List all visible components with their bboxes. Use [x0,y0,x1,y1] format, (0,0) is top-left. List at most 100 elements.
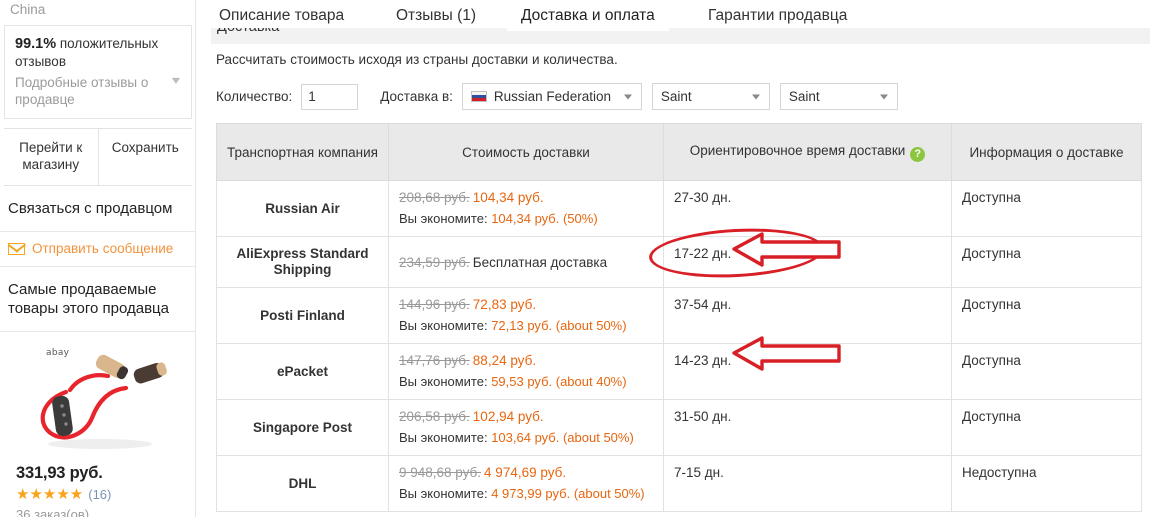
calc-description: Рассчитать стоимость исходя из страны до… [216,52,618,67]
region-select[interactable]: Saint [651,83,770,110]
cell-availability: Доступна [951,287,1142,344]
chevron-down-icon[interactable]: ▾ [172,73,180,87]
contact-seller-title: Связаться с продавцом [0,186,196,232]
save-seller-button[interactable]: Сохранить [98,129,192,185]
savings-line: Вы экономите: 4 973,99 руб. (about 50%) [399,485,653,502]
quantity-label: Количество: [216,89,293,104]
savings-line: Вы экономите: 72,13 руб. (about 50%) [399,317,653,334]
feedback-percent-line: 99.1% положительных отзывов [15,35,181,70]
savings-label: Вы экономите: [399,486,492,501]
savings-label: Вы экономите: [399,374,492,389]
cost-price-line: 234,59 руб. Бесплатная доставка [399,255,653,270]
table-row: Russian Air 208,68 руб. 104,34 руб. Вы экон… [216,180,1142,237]
cell-delivery-time: 27-30 дн. [663,180,952,237]
cell-delivery-time: 14-23 дн. [663,343,952,400]
savings-value: 103,64 руб. (about 50%) [491,430,634,445]
russia-flag-icon [470,91,487,102]
cost-price-line: 208,68 руб. 104,34 руб. [399,190,653,205]
new-price: 102,94 руб. [472,409,544,424]
go-to-store-button[interactable]: Перейти к магазину [4,129,99,185]
new-price: 72,83 руб. [472,297,537,312]
star-icons: ★★★★★ [16,486,84,503]
city-select[interactable]: Saint [779,83,898,110]
header-company: Транспортная компания [216,123,389,181]
feedback-details-link[interactable]: Подробные отзывы о продавце [15,74,155,108]
old-price: 9 948,68 руб. [399,465,482,480]
chevron-down-icon [623,94,632,99]
cost-price-line: 206,58 руб. 102,94 руб. [399,409,653,424]
cell-company: AliExpress Standard Shipping [216,236,389,288]
cell-cost: 206,58 руб. 102,94 руб. Вы экономите: 103,… [388,399,664,456]
product-price: 331,93 руб. [16,464,103,482]
header-time-label: Ориентировочное время доставки [689,142,906,158]
product-brand-mark: abay [46,348,70,358]
table-row: DHL 9 948,68 руб. 4 974,69 руб. Вы экономит… [216,455,1142,512]
savings-line: Вы экономите: 59,53 руб. (about 40%) [399,373,653,390]
seller-country: China [10,2,46,17]
feedback-percent: 99.1% [15,36,57,52]
cell-availability: Доступна [951,399,1142,456]
tab-reviews[interactable]: Отзывы (1) [382,0,490,31]
new-price: 88,24 руб. [472,353,537,368]
savings-label: Вы экономите: [399,318,492,333]
main-content: Описание товара Отзывы (1) Доставка и оп… [197,0,1150,517]
bestseller-product-card[interactable]: abay 331,93 руб. ★★★★★ (16) 36 заказ(ов) [0,332,196,517]
shipping-section-label: Доставка [217,28,279,35]
seller-action-buttons: Перейти к магазину Сохранить [4,128,192,185]
table-body: Russian Air 208,68 руб. 104,34 руб. Вы экон… [216,180,1142,512]
cell-delivery-time: 17-22 дн. [663,236,952,288]
ship-to-label: Доставка в: [380,89,453,104]
cell-availability: Доступна [951,236,1142,288]
cell-delivery-time: 37-54 дн. [663,287,952,344]
region-select-value: Saint [660,89,692,104]
cell-company: DHL [216,455,389,512]
table-row: AliExpress Standard Shipping 234,59 руб. Б… [216,236,1142,288]
table-row: Singapore Post 206,58 руб. 102,94 руб. Вы э… [216,399,1142,456]
sidebar-right-border [195,0,196,517]
shipping-section-band: Доставка [211,28,1150,44]
cell-cost: 144,96 руб. 72,83 руб. Вы экономите: 72,13… [388,287,664,344]
cell-availability: Недоступна [951,455,1142,512]
product-image[interactable]: abay [8,340,186,458]
product-order-count: 36 заказ(ов) [16,507,90,517]
tab-description[interactable]: Описание товара [205,0,358,31]
cell-availability: Доступна [951,180,1142,237]
quantity-input[interactable] [301,83,359,110]
country-select[interactable]: Russian Federation [461,83,642,110]
savings-value: 104,34 руб. (50%) [491,211,598,226]
savings-label: Вы экономите: [399,430,492,445]
old-price: 147,76 руб. [399,353,470,368]
old-price: 206,58 руб. [399,409,470,424]
savings-value: 59,53 руб. (about 40%) [491,374,627,389]
new-price: 4 974,69 руб. [484,465,567,480]
cell-delivery-time: 7-15 дн. [663,455,952,512]
product-tabs: Описание товара Отзывы (1) Доставка и оп… [197,0,1150,31]
cell-cost: 147,76 руб. 88,24 руб. Вы экономите: 59,53… [388,343,664,400]
help-question-icon[interactable]: ? [910,146,926,162]
seller-sidebar: China 99.1% положительных отзывов Подроб… [0,0,196,517]
product-review-count[interactable]: (16) [88,487,111,502]
product-rating: ★★★★★ (16) [8,485,188,503]
shipping-options-table: Транспортная компания Стоимость доставки… [216,123,1142,512]
cell-company: ePacket [216,343,389,400]
old-price: 208,68 руб. [399,190,470,205]
send-message-button[interactable]: Отправить сообщение [0,232,196,267]
table-header-row: Транспортная компания Стоимость доставки… [216,123,1142,181]
tab-seller-guarantees[interactable]: Гарантии продавца [694,0,861,31]
cost-price-line: 147,76 руб. 88,24 руб. [399,353,653,368]
page-root: China 99.1% положительных отзывов Подроб… [0,0,1150,517]
free-shipping-label: Бесплатная доставка [472,254,608,270]
tab-shipping-payment[interactable]: Доставка и оплата [507,0,669,31]
cell-cost: 9 948,68 руб. 4 974,69 руб. Вы экономите: … [388,455,664,512]
header-info: Информация о доставке [951,123,1142,181]
table-row: Posti Finland 144,96 руб. 72,83 руб. Вы эко… [216,287,1142,344]
table-row: ePacket 147,76 руб. 88,24 руб. Вы экономите… [216,343,1142,400]
cell-company: Posti Finland [216,287,389,344]
savings-value: 72,13 руб. (about 50%) [491,318,627,333]
cost-price-line: 9 948,68 руб. 4 974,69 руб. [399,465,653,480]
cell-company: Russian Air [216,180,389,237]
cell-cost: 234,59 руб. Бесплатная доставка [388,236,664,288]
seller-feedback-box: 99.1% положительных отзывов Подробные от… [4,25,192,119]
header-time: Ориентировочное время доставки? [663,123,952,181]
cell-delivery-time: 31-50 дн. [663,399,952,456]
